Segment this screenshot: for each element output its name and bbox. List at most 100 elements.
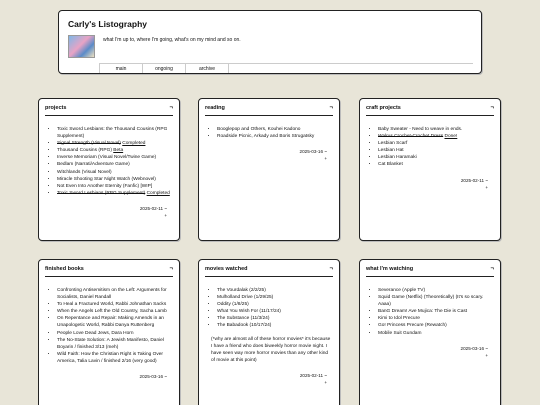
panel-title[interactable]: craft projects	[366, 105, 401, 111]
list-item-text: BanG Dream! Ave Mujica: The Die is Cast	[378, 309, 468, 315]
panel-menu-icon[interactable]: ¬	[329, 105, 333, 111]
panel-menu-icon[interactable]: ¬	[490, 266, 494, 272]
date-stamp: 2025-03-16 ~	[460, 345, 488, 351]
list-item: Baby Sweater - Need to weave in ends.	[378, 126, 494, 133]
list-item: Lesbian Haramaki	[378, 154, 494, 161]
page-title: Carly's Listography	[68, 19, 148, 29]
panel-title[interactable]: reading	[205, 105, 225, 111]
list-item: Wild Faith: How the Christian Right is T…	[57, 351, 173, 365]
expand-plus-icon[interactable]: +	[199, 155, 327, 162]
list-item: Not Even Into Another Eternity (Fanfic) …	[57, 183, 173, 190]
list-item: Toxic Sword Lesbians (RPG Supplement) Co…	[57, 190, 173, 197]
expand-plus-icon[interactable]: +	[360, 184, 488, 191]
list-item-text: The Substance (11/3/24)	[217, 316, 270, 322]
panel-header: projects ¬	[45, 105, 173, 116]
list-item-text: Go! Princess Precure (Rewatch)	[378, 323, 447, 329]
list-item: The Vourdalak (2/2/25)	[217, 287, 333, 294]
list-item: Toxic Sword Lesbians: the Thousand Cousi…	[57, 126, 173, 140]
list-item-text: Roadside Picnic, Arkady and Boris Struga…	[217, 134, 315, 140]
list-item-text: Mobile Suit Gundam	[378, 330, 422, 336]
nav-main[interactable]: main	[99, 64, 143, 73]
expand-plus-icon[interactable]: +	[360, 352, 488, 359]
status-tag: Beta	[113, 148, 124, 154]
list-item-text: Lesbian Haramaki	[378, 155, 417, 161]
list-item-text: Thousand Cousins (RPG)	[57, 148, 114, 154]
list-item: Thousand Cousins (RPG) Beta	[57, 147, 173, 154]
list-item: On Repentance and Repair: Making Amends …	[57, 315, 173, 329]
list-item: People Love Dead Jews, Dara Horn	[57, 330, 173, 337]
nav-ongoing[interactable]: ongoing	[142, 64, 186, 73]
list-item-text: Witchlands (Visual Novel)	[57, 169, 112, 175]
panel-menu-icon[interactable]: ¬	[490, 105, 494, 111]
panel-title[interactable]: finished books	[45, 266, 84, 272]
list-item: Roadside Picnic, Arkady and Boris Struga…	[217, 133, 333, 140]
list-item-text: Toxic Sword Lesbians (RPG Supplement)	[57, 190, 146, 196]
list-item-text: Lesbian Scarf	[378, 141, 408, 147]
craft-panel: craft projects ¬ Baby Sweater - Need to we…	[359, 98, 501, 241]
header-card: Carly's Listography what I'm up to, wher…	[58, 10, 482, 74]
list-item-text: The Babadook (10/17/24)	[217, 323, 272, 329]
list-item: Lesbian Scarf	[378, 140, 494, 147]
expand-plus-icon[interactable]: +	[199, 379, 327, 386]
list-item: Mobile Suit Gundam	[378, 330, 494, 337]
expand-plus-icon[interactable]: +	[39, 212, 167, 219]
date-stamp: 2025-03-16 ~	[299, 149, 327, 155]
list-item: Signal Strength (Visual Novel) Completed	[57, 140, 173, 147]
list-item: Go! Princess Precure (Rewatch)	[378, 322, 494, 329]
list-item-text: Miracle Shooting Star Night Watch (Webno…	[57, 176, 156, 182]
movies-panel: movies watched ¬ The Vourdalak (2/2/25) Mul…	[198, 259, 340, 405]
date-stamp: 2025-02-11 ~	[299, 372, 327, 378]
list-item: When the Angels Left the Old Country, Sa…	[57, 308, 173, 315]
panel-note: (*why are almost all of these horror mov…	[211, 336, 331, 363]
list-item: The Babadook (10/17/24)	[217, 322, 333, 329]
panel-header: finished books ¬	[45, 266, 173, 277]
list-item-text: Baby Sweater - Need to weave in ends.	[378, 127, 463, 132]
date-stamp: 2025-02-11 ~	[139, 205, 167, 211]
list-item-text: Booglepop and Others, Kouhei Kadono	[217, 127, 301, 132]
item-list: Toxic Sword Lesbians: the Thousand Cousi…	[57, 126, 173, 197]
status-tag: Completed	[122, 141, 146, 147]
list-item-text: On Repentance and Repair: Making Amends …	[57, 316, 164, 329]
reading-panel: reading ¬ Booglepop and Others, Kouhei Kad…	[198, 98, 340, 241]
item-list: Baby Sweater - Need to weave in ends.Wal…	[378, 126, 494, 169]
list-item-text: The Vourdalak (2/2/25)	[217, 288, 266, 293]
list-item-text: Not Even Into Another Eternity (Fanfic) …	[57, 183, 153, 189]
panel-title[interactable]: what I'm watching	[366, 266, 413, 272]
list-item: Severance (Apple TV)	[378, 287, 494, 294]
panel-title[interactable]: movies watched	[205, 266, 248, 272]
list-item: What You Wish For (11/17/24)	[217, 308, 333, 315]
watching-panel: what I'm watching ¬ Severance (Apple TV) Sq…	[359, 259, 501, 405]
panel-menu-icon[interactable]: ¬	[169, 266, 173, 272]
panel-header: reading ¬	[205, 105, 333, 116]
list-item-text: Kimi to Idol Precure	[378, 316, 420, 322]
panel-title[interactable]: projects	[45, 105, 66, 111]
panel-menu-icon[interactable]: ¬	[169, 105, 173, 111]
finished-books-panel: finished books ¬ Confronting Antisemitism …	[38, 259, 180, 405]
list-item-text: Squid Game (Netflix) (Theoretically) (It…	[378, 295, 484, 308]
panel-footer: 2025-02-11 ~ +	[360, 177, 488, 191]
list-item-text: Toxic Sword Lesbians: the Thousand Cousi…	[57, 127, 168, 140]
list-item: Miracle Shooting Star Night Watch (Webno…	[57, 176, 173, 183]
tagline: what I'm up to, where I'm going, what's …	[103, 37, 241, 43]
list-item: Squid Game (Netflix) (Theoretically) (It…	[378, 294, 494, 308]
item-list: Confronting Antisemitism on the Left: Ar…	[57, 287, 173, 365]
panel-header: craft projects ¬	[366, 105, 494, 116]
nav-archive[interactable]: archive	[185, 64, 229, 73]
list-item-text: Signal Strength (Visual Novel)	[57, 141, 121, 147]
panel-menu-icon[interactable]: ¬	[329, 266, 333, 272]
list-item-text: People Love Dead Jews, Dara Horn	[57, 330, 134, 336]
list-item-text: Inverse Memoriam (Visual Novel/Twine Gam…	[57, 155, 157, 161]
panel-header: what I'm watching ¬	[366, 266, 494, 277]
list-item-text: Cat Blanket	[378, 162, 403, 168]
list-item-text: Bedlam (Narrati/Adventure Game)	[57, 162, 130, 168]
list-item-text: Lesbian Hat	[378, 148, 404, 154]
list-item: Kimi to Idol Precure	[378, 315, 494, 322]
list-item: Walrus Crochet-Crochet Dress Done!	[378, 133, 494, 140]
list-item: The No-State Solution: A Jewish Manifest…	[57, 337, 173, 351]
list-item: Mulholland Drive (1/29/25)	[217, 294, 333, 301]
status-tag: Completed	[146, 190, 170, 196]
nav-bar: main ongoing archive	[99, 63, 473, 73]
list-item-text: Confronting Antisemitism on the Left: Ar…	[57, 288, 167, 301]
list-item-text: The No-State Solution: A Jewish Manifest…	[57, 337, 164, 350]
list-item: BanG Dream! Ave Mujica: The Die is Cast	[378, 308, 494, 315]
